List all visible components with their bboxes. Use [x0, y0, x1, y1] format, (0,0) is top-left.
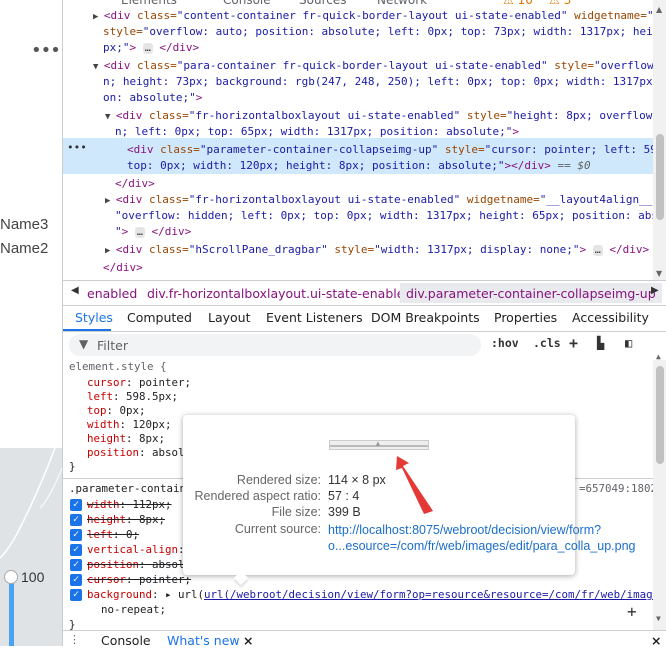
prop-checkbox[interactable]: ✓: [70, 514, 82, 526]
rule-selector[interactable]: element.style {: [69, 360, 167, 374]
current-source-row: Current source: http://localhost:8075/we…: [234, 522, 636, 553]
new-rule-icon[interactable]: +: [569, 334, 578, 352]
node-actions-icon[interactable]: •••: [67, 140, 87, 157]
breadcrumb-right-icon[interactable]: ▶: [651, 285, 659, 296]
prop-checkbox[interactable]: ✓: [70, 544, 82, 556]
dom-node[interactable]: ▶ <div class="hScrollPane_dragbar" style…: [105, 242, 649, 260]
active-tab-indicator: [63, 329, 111, 331]
style-prop[interactable]: left: 598.5px;: [87, 390, 178, 404]
rendered-size-row: Rendered size: 114 × 8 px: [236, 473, 386, 487]
toggle-sidebar-icon[interactable]: ◧: [625, 336, 632, 350]
elements-tree: Elements Console Sources Network ⚠ 10 ⚠ …: [63, 0, 666, 280]
dom-close-tag: </div>: [115, 177, 155, 190]
breadcrumb-item[interactable]: div.fr-horizontalboxlayout.ui-state-enab…: [147, 286, 412, 301]
prop-checkbox[interactable]: ✓: [70, 499, 82, 511]
page-viewport: ••• Name3 Name2 100: [0, 0, 62, 646]
drawer-menu-icon[interactable]: ⋮: [69, 633, 80, 646]
filter-icon: ▼: [79, 337, 89, 351]
collapsed-ellipsis[interactable]: …: [142, 43, 153, 54]
filter-placeholder: Filter: [97, 338, 128, 353]
dom-node-cont: style="overflow: auto; position: absolut…: [103, 25, 666, 38]
prop-checkbox[interactable]: ✓: [70, 574, 82, 586]
style-prop[interactable]: vertical-align:: [87, 543, 185, 557]
tab-properties[interactable]: Properties: [494, 310, 557, 325]
elements-scrollbar-thumb[interactable]: [656, 134, 664, 220]
style-prop[interactable]: position: absolu: [87, 558, 191, 572]
style-prop[interactable]: height: 8px;: [87, 432, 165, 446]
style-prop[interactable]: height: 8px;: [87, 513, 165, 527]
selected-dom-node-cont: top: 0px; width: 120px; height: 8px; pos…: [127, 159, 591, 172]
style-prop[interactable]: top: 0px;: [87, 404, 146, 418]
file-size-row: File size: 399 B: [271, 505, 361, 519]
styles-scrollbar[interactable]: ▲ ▼: [653, 352, 666, 646]
style-prop-background[interactable]: background: ▸ url(url(/webroot/decision/…: [87, 588, 666, 602]
rule-selector[interactable]: .parameter-containe: [69, 482, 193, 496]
breadcrumb-left-icon[interactable]: ◀: [71, 285, 79, 296]
collapse-up-icon: ▲: [374, 439, 382, 448]
dom-node-cont: px;"> … </div>: [103, 41, 200, 54]
dom-node-cont: on: absolute;">: [103, 91, 203, 104]
style-prop[interactable]: left: 0;: [87, 528, 139, 542]
value-slider-handle[interactable]: [4, 570, 18, 584]
prop-checkbox[interactable]: ✓: [70, 529, 82, 541]
dom-node-cont: n; left: 0px; top: 65px; width: 1317px; …: [115, 125, 519, 138]
style-prop[interactable]: cursor: pointer;: [87, 573, 191, 587]
tab-accessibility[interactable]: Accessibility: [572, 310, 649, 325]
value-slider-track[interactable]: [9, 576, 14, 646]
dom-node-cont: "> … </div>: [115, 225, 192, 238]
styles-scrollbar-thumb[interactable]: [656, 366, 664, 464]
image-preview-tooltip: ▲ Rendered size: 114 × 8 px Rendered asp…: [183, 415, 636, 586]
rule-source-link[interactable]: =657049:1802: [579, 482, 657, 496]
dom-node-cont: "overflow: hidden; left: 0px; top: 0px; …: [115, 209, 666, 222]
devtools-drawer: ⋮ Console What's new × ×: [63, 630, 666, 648]
style-prop[interactable]: position: absolu: [87, 446, 191, 460]
name3-label: Name3: [0, 216, 49, 233]
tab-event-listeners[interactable]: Event Listeners: [266, 310, 363, 325]
selected-dom-node[interactable]: <div class="parameter-container-collapse…: [127, 142, 666, 159]
breadcrumb-item-selected[interactable]: div.parameter-container-collapseimg-up: [400, 283, 662, 303]
styles-filter[interactable]: ▼ Filter: [69, 334, 481, 356]
style-prop[interactable]: cursor: pointer;: [87, 376, 191, 390]
style-prop[interactable]: width: 120px;: [87, 418, 172, 432]
add-prop-icon[interactable]: +: [627, 603, 637, 619]
dom-close-tag: </div>: [103, 261, 143, 274]
bg-value-tail: no-repeat;: [101, 603, 167, 616]
paint-icon[interactable]: ▙: [597, 336, 604, 350]
slider-value: 100: [21, 569, 45, 585]
breadcrumb: ◀ enabled div.fr-horizontalboxlayout.ui-…: [63, 280, 666, 306]
tab-computed[interactable]: Computed: [127, 310, 192, 325]
tab-dom-breakpoints[interactable]: DOM Breakpoints: [371, 310, 480, 325]
styles-panel-tabs: Styles Computed Layout Event Listeners D…: [63, 306, 666, 332]
tab-layout[interactable]: Layout: [208, 310, 251, 325]
rule-close: }: [69, 460, 76, 473]
current-source-link[interactable]: http://localhost:8075/webroot/decision/v…: [328, 522, 635, 554]
aspect-ratio-row: Rendered aspect ratio: 57 : 4: [194, 489, 360, 503]
prop-checkbox[interactable]: ✓: [70, 559, 82, 571]
breadcrumb-item[interactable]: enabled: [87, 286, 137, 301]
name2-label: Name2: [0, 240, 49, 257]
dom-node-cont: n; height: 73px; background: rgb(247, 24…: [103, 75, 666, 88]
hov-toggle[interactable]: :hov: [491, 336, 519, 350]
prop-checkbox[interactable]: ✓: [70, 589, 82, 601]
style-prop[interactable]: width: 112px;: [87, 498, 172, 512]
cls-toggle[interactable]: .cls: [533, 336, 561, 350]
more-options-icon[interactable]: •••: [31, 40, 61, 61]
tab-styles[interactable]: Styles: [75, 310, 113, 325]
elements-scrollbar[interactable]: ▲ ▼: [653, 0, 666, 280]
devtools-top-tabs: Elements Console Sources Network ⚠ 10 ⚠ …: [63, 0, 653, 7]
image-preview: ▲: [329, 439, 429, 450]
